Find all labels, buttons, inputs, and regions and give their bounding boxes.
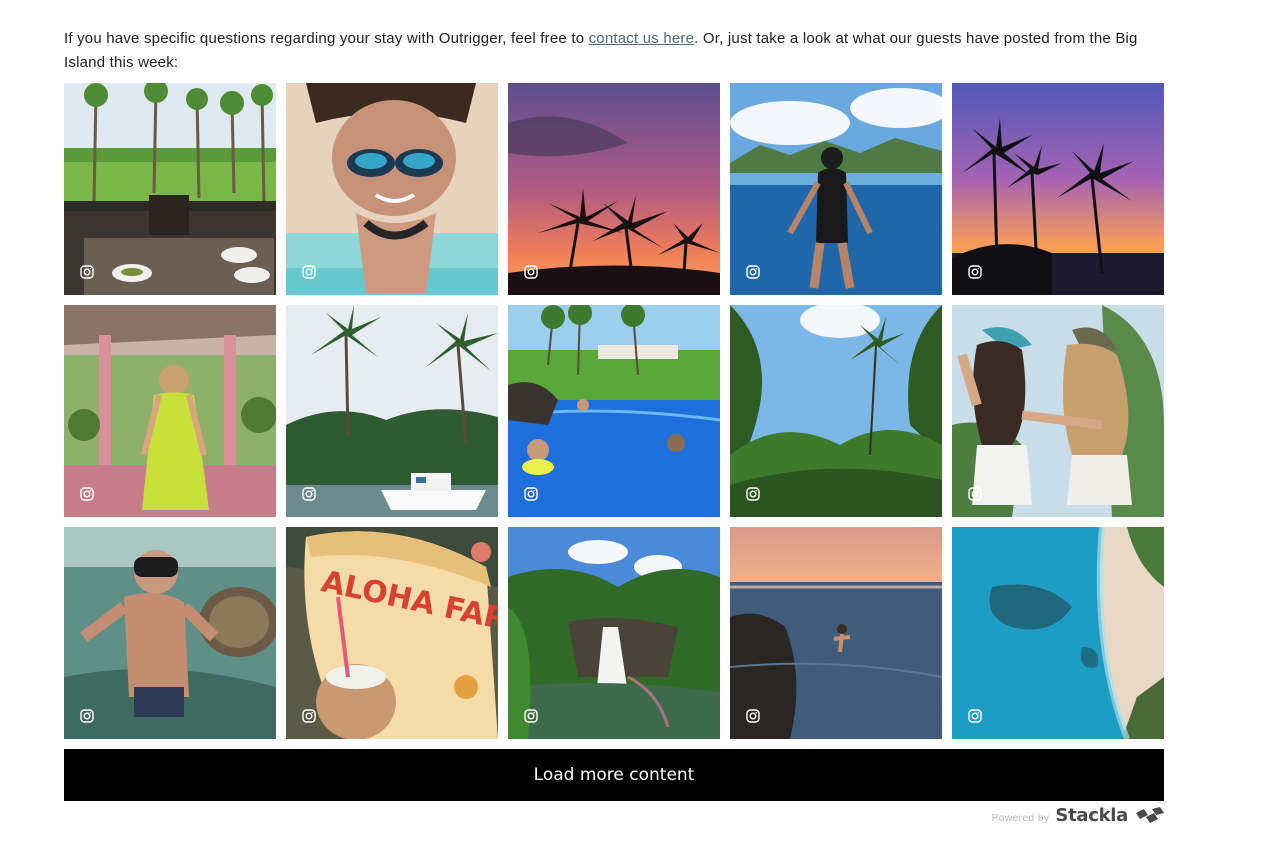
gallery-photo (64, 305, 276, 517)
instagram-icon (302, 709, 316, 723)
gallery-photo (952, 305, 1164, 517)
gallery-tile[interactable] (508, 83, 720, 295)
gallery-tile[interactable] (952, 83, 1164, 295)
gallery-tile[interactable] (508, 527, 720, 739)
intro-text-before: If you have specific questions regarding… (64, 30, 589, 47)
gallery-photo (730, 305, 942, 517)
instagram-icon (968, 709, 982, 723)
instagram-icon (80, 709, 94, 723)
gallery-tile[interactable] (64, 527, 276, 739)
gallery-photo (508, 305, 720, 517)
instagram-icon (302, 265, 316, 279)
gallery-photo (286, 305, 498, 517)
instagram-icon (746, 709, 760, 723)
gallery-photo (952, 527, 1164, 739)
gallery-tile[interactable] (64, 83, 276, 295)
load-more-button[interactable]: Load more content (64, 749, 1164, 801)
gallery-tile[interactable] (286, 305, 498, 517)
powered-by-label: Powered by (991, 812, 1050, 824)
instagram-icon (968, 265, 982, 279)
gallery-photo (286, 83, 498, 295)
gallery-tile[interactable] (952, 305, 1164, 517)
gallery-photo (64, 83, 276, 295)
gallery-tile[interactable] (730, 83, 942, 295)
intro-paragraph: If you have specific questions regarding… (64, 27, 1169, 75)
instagram-icon (80, 487, 94, 501)
gallery-tile[interactable] (730, 527, 942, 739)
instagram-icon (302, 487, 316, 501)
ugc-gallery-grid: ALOHA FARM (64, 83, 1164, 739)
gallery-photo (730, 527, 942, 739)
gallery-photo (64, 527, 276, 739)
gallery-tile[interactable] (952, 527, 1164, 739)
gallery-tile[interactable]: ALOHA FARM (286, 527, 498, 739)
gallery-photo (730, 83, 942, 295)
instagram-icon (746, 487, 760, 501)
gallery-tile[interactable] (286, 83, 498, 295)
gallery-tile[interactable] (64, 305, 276, 517)
instagram-icon (746, 265, 760, 279)
instagram-icon (524, 709, 538, 723)
powered-by-stackla[interactable]: Powered by Stackla (992, 805, 1164, 826)
gallery-photo (508, 527, 720, 739)
instagram-icon (524, 487, 538, 501)
gallery-tile[interactable] (730, 305, 942, 517)
stackla-logo-text: Stackla (1055, 805, 1128, 826)
gallery-photo (508, 83, 720, 295)
instagram-icon (968, 487, 982, 501)
gallery-photo (952, 83, 1164, 295)
gallery-photo: ALOHA FARM (286, 527, 498, 739)
contact-us-link[interactable]: contact us here (589, 30, 695, 47)
stackla-logo-icon (1134, 806, 1164, 825)
instagram-icon (524, 265, 538, 279)
instagram-icon (80, 265, 94, 279)
gallery-tile[interactable] (508, 305, 720, 517)
